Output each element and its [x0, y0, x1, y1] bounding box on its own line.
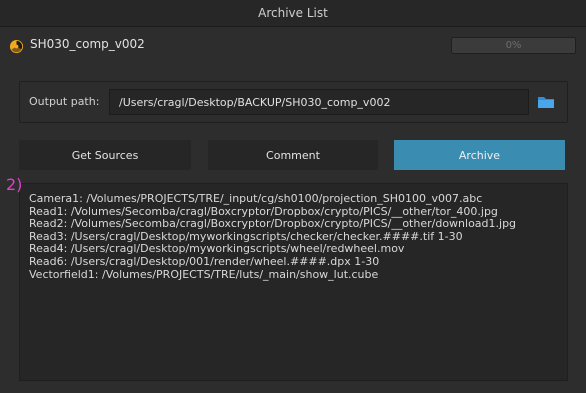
comp-name: SH030_comp_v002 — [30, 37, 145, 51]
nuke-icon — [9, 39, 24, 54]
folder-icon[interactable] — [537, 94, 555, 110]
marker-2: 2) — [6, 175, 23, 194]
output-path-label: Output path: — [29, 95, 100, 108]
window-title: Archive List — [258, 6, 328, 20]
get-sources-label: Get Sources — [71, 148, 139, 162]
archive-label: Archive — [458, 148, 501, 162]
header-row: SH030_comp_v002 0% — [0, 32, 586, 60]
comment-button[interactable]: Comment — [208, 140, 378, 170]
archive-button[interactable]: Archive — [394, 140, 565, 170]
output-path-field[interactable]: /Users/cragl/Desktop/BACKUP/SH030_comp_v… — [109, 89, 529, 115]
log-line: Vectorfield1: /Volumes/PROJECTS/TRE/luts… — [29, 267, 379, 281]
window-titlebar: Archive List — [0, 0, 586, 27]
output-path-panel: Output path: /Users/cragl/Desktop/BACKUP… — [19, 81, 568, 123]
log-line: Read2: /Volumes/Secomba/cragl/Boxcryptor… — [29, 217, 517, 231]
log-line: Camera1: /Volumes/PROJECTS/TRE/_input/cg… — [29, 192, 483, 205]
progress-bar: 0% — [451, 37, 576, 54]
progress-text: 0% — [505, 40, 522, 51]
sources-log[interactable]: Camera1: /Volumes/PROJECTS/TRE/_input/cg… — [19, 183, 568, 381]
comment-label: Comment — [266, 148, 320, 162]
log-line: Read6: /Users/cragl/Desktop/001/render/w… — [29, 254, 380, 268]
get-sources-button[interactable]: Get Sources — [19, 140, 191, 170]
